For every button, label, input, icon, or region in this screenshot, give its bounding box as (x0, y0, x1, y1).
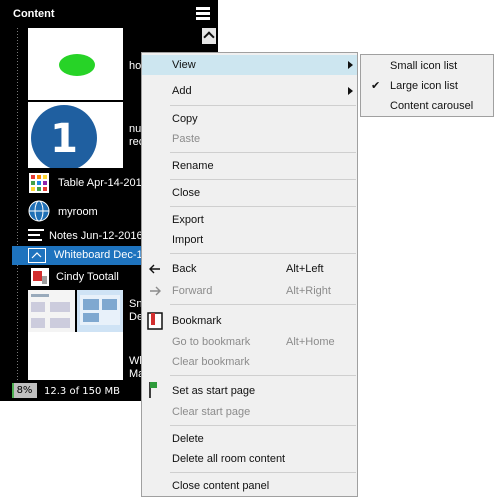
list-item-label: ho (129, 60, 142, 72)
usage-percent-text: 8% (16, 385, 33, 396)
usage-text: 12.3 of 150 MB (44, 386, 121, 397)
menu-item-export[interactable]: Export (142, 210, 357, 230)
svg-text:1: 1 (50, 116, 78, 162)
menu-item-import[interactable]: Import (142, 230, 357, 250)
menu-item-view[interactable]: View (142, 55, 357, 75)
hamburger-menu-icon[interactable] (196, 7, 210, 20)
shortcut-label: Alt+Left (286, 263, 324, 275)
menu-item-goto-bookmark: Go to bookmark Alt+Home (142, 332, 357, 352)
menu-item-label: Export (172, 214, 204, 226)
submenu-item-label: Small icon list (390, 60, 458, 72)
menu-item-label: Delete (172, 433, 204, 445)
submenu-arrow-icon (348, 87, 353, 95)
menu-item-label: Close (172, 187, 201, 199)
menu-separator (170, 425, 356, 426)
menu-separator (170, 472, 356, 473)
list-item-label: Whiteboard Dec-18 (54, 249, 149, 261)
menu-item-add[interactable]: Add (142, 81, 357, 101)
shortcut-label: Alt+Right (286, 285, 331, 297)
menu-item-label: Bookmark (172, 315, 222, 327)
menu-item-label: Paste (172, 133, 201, 145)
submenu-arrow-icon (348, 61, 353, 69)
menu-item-label: Delete all room content (172, 453, 286, 465)
menu-item-set-start-page[interactable]: Set as start page (142, 381, 357, 401)
menu-item-label: Clear start page (172, 406, 251, 418)
menu-item-label: View (172, 59, 196, 71)
flag-icon (148, 381, 162, 399)
menu-item-delete[interactable]: Delete (142, 429, 357, 449)
menu-separator (170, 304, 356, 305)
menu-item-back[interactable]: Back Alt+Left (142, 259, 357, 279)
image-thumbnail (31, 268, 49, 286)
context-menu: View Add Copy Paste Rename Close Export … (141, 52, 358, 497)
menu-item-clear-bookmark: Clear bookmark (142, 352, 357, 372)
menu-separator (170, 179, 356, 180)
blank-thumbnail (28, 332, 123, 380)
forward-arrow-icon (148, 284, 162, 298)
bookmark-icon (147, 312, 163, 330)
menu-separator (170, 152, 356, 153)
globe-icon (28, 200, 50, 222)
view-submenu: Small icon list ✔ Large icon list Conten… (360, 54, 494, 117)
ellipse-thumbnail (28, 28, 123, 100)
menu-item-label: Clear bookmark (172, 356, 250, 368)
menu-item-rename[interactable]: Rename (142, 156, 357, 176)
menu-item-delete-all[interactable]: Delete all room content (142, 449, 357, 469)
number-one-thumbnail: 1 (28, 102, 123, 171)
menu-item-label: Close content panel (172, 480, 270, 492)
menu-item-close-content-panel[interactable]: Close content panel (142, 476, 357, 496)
menu-item-label: Rename (172, 160, 214, 172)
menu-item-paste: Paste (142, 129, 357, 149)
submenu-item-label: Large icon list (390, 80, 458, 92)
submenu-item-label: Content carousel (390, 100, 474, 112)
menu-item-label: Go to bookmark (172, 336, 251, 348)
usage-percent-badge: 8% (12, 383, 37, 398)
back-arrow-icon (148, 262, 162, 276)
whiteboard-icon (28, 248, 46, 263)
list-item-label: nu (129, 123, 142, 135)
list-item-label: Table Apr-14-2016 (58, 177, 148, 189)
notes-icon (28, 228, 46, 244)
scroll-up-arrow-icon[interactable] (202, 28, 216, 44)
menu-item-clear-start-page: Clear start page (142, 402, 357, 422)
menu-item-label: Forward (172, 285, 213, 297)
submenu-item-small-icon-list[interactable]: Small icon list (361, 56, 493, 76)
submenu-item-content-carousel[interactable]: Content carousel (361, 96, 493, 116)
list-item-label: Cindy Tootall (56, 271, 119, 283)
checkmark-icon: ✔ (371, 80, 381, 92)
menu-item-close[interactable]: Close (142, 183, 357, 203)
menu-item-forward: Forward Alt+Right (142, 281, 357, 301)
shortcut-label: Alt+Home (286, 336, 335, 348)
list-item-label: Notes Jun-12-2016 (49, 230, 143, 242)
usage-bar-fill (12, 383, 14, 398)
submenu-item-large-icon-list[interactable]: ✔ Large icon list (361, 76, 493, 96)
menu-separator (170, 253, 356, 254)
panel-title: Content (13, 8, 55, 20)
menu-item-label: Back (172, 263, 197, 275)
menu-item-label: Import (172, 234, 204, 246)
menu-separator (170, 105, 356, 106)
menu-item-label: Add (172, 85, 192, 97)
menu-separator (170, 375, 356, 376)
menu-item-bookmark[interactable]: Bookmark (142, 311, 357, 331)
menu-item-copy[interactable]: Copy (142, 109, 357, 129)
table-icon (29, 173, 49, 193)
menu-item-label: Copy (172, 113, 198, 125)
menu-item-label: Set as start page (172, 385, 256, 397)
list-item-label: myroom (58, 206, 98, 218)
menu-separator (170, 206, 356, 207)
